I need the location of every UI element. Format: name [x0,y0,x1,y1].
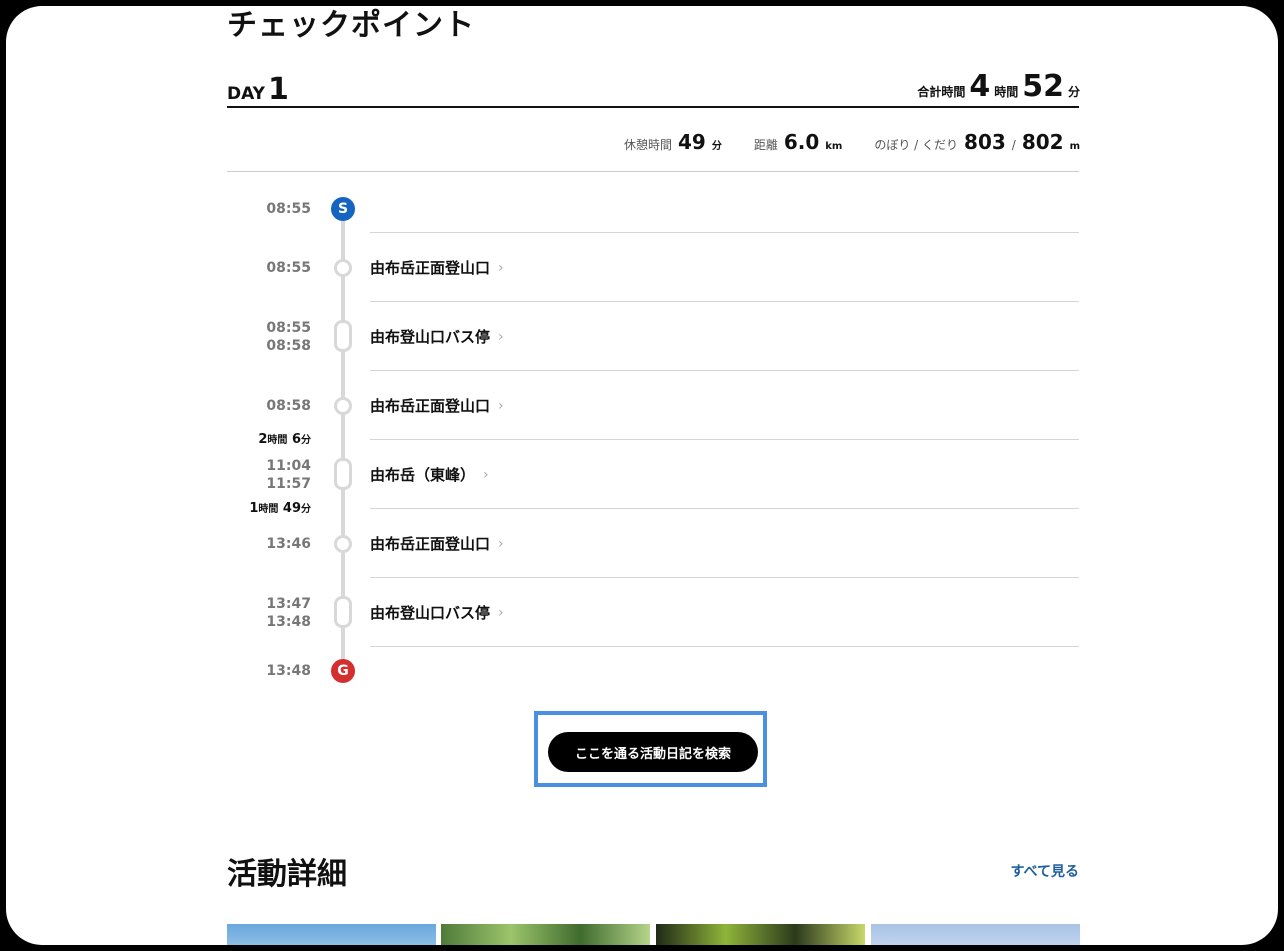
chevron-right-icon: › [498,535,504,552]
checkpoint-time: 08:58 [266,398,311,414]
checkpoint-link[interactable]: 由布岳正面登山口 › [370,395,504,416]
activity-photo-thumbnail[interactable] [656,924,865,945]
row-divider [370,370,1079,371]
departure-time: 08:58 [266,338,311,354]
arrival-time: 08:55 [266,320,311,336]
checkpoint-name: 由布登山口バス停 [370,328,491,346]
row-divider [370,301,1079,302]
checkpoint-stay-node-icon [334,320,352,352]
segment-duration: 1時間 49分 [249,500,311,516]
activity-photo-thumbnail[interactable] [227,924,436,945]
checkpoint-node-icon [334,259,352,277]
chevron-right-icon: › [498,328,504,345]
chevron-right-icon: › [483,466,489,483]
checkpoint-time: 13:46 [266,536,311,552]
row-divider [370,232,1079,233]
duration-minutes: 49 [282,501,301,516]
checkpoint-time-range: 08:55 08:58 [266,319,311,355]
search-activity-diaries-button[interactable]: ここを通る活動日記を検索 [548,732,758,772]
checkpoint-time-range: 13:47 13:48 [266,595,311,631]
row-divider [370,508,1079,509]
goal-time: 13:48 [266,663,311,679]
row-divider [370,646,1079,647]
checkpoint-name: 由布登山口バス停 [370,604,491,622]
checkpoint-name: 由布岳正面登山口 [370,535,491,553]
checkpoint-node-icon [334,397,352,415]
departure-time: 11:57 [266,476,311,492]
checkpoint-time: 08:55 [266,260,311,276]
duration-minutes-unit: 分 [301,435,311,446]
duration-minutes-unit: 分 [301,504,311,515]
goal-marker-icon: G [331,659,355,683]
start-marker-icon: S [331,197,355,221]
row-divider [370,577,1079,578]
checkpoint-link[interactable]: 由布登山口バス停 › [370,602,504,623]
checkpoint-name: 由布岳正面登山口 [370,259,491,277]
checkpoint-link[interactable]: 由布岳（東峰） › [370,464,489,485]
checkpoint-timeline: 08:55 S 08:55 由布岳正面登山口 › 08:55 08:58 由布登… [6,6,1278,945]
duration-hours-unit: 時間 [258,504,279,515]
duration-hours-unit: 時間 [267,435,288,446]
checkpoint-name: 由布岳正面登山口 [370,397,491,415]
see-all-link[interactable]: すべて見る [1011,861,1079,881]
checkpoint-link[interactable]: 由布岳正面登山口 › [370,257,504,278]
chevron-right-icon: › [498,259,504,276]
checkpoint-name: 由布岳（東峰） [370,466,476,484]
start-time: 08:55 [266,201,311,217]
row-divider [370,439,1079,440]
duration-minutes: 6 [291,432,301,447]
activity-detail-title: 活動詳細 [227,857,347,892]
segment-duration: 2時間 6分 [258,431,311,447]
checkpoint-stay-node-icon [334,458,352,490]
checkpoint-time-range: 11:04 11:57 [266,457,311,493]
page-frame: チェックポイント DAY 1 合計時間 4 時間 52 分 休憩時間 49 分 距… [6,6,1278,945]
arrival-time: 13:47 [266,596,311,612]
activity-photo-thumbnail[interactable] [441,924,650,945]
arrival-time: 11:04 [266,458,311,474]
checkpoint-link[interactable]: 由布登山口バス停 › [370,326,504,347]
checkpoint-link[interactable]: 由布岳正面登山口 › [370,533,504,554]
checkpoint-stay-node-icon [334,596,352,628]
activity-photo-thumbnail[interactable] [871,924,1080,945]
chevron-right-icon: › [498,604,504,621]
chevron-right-icon: › [498,397,504,414]
checkpoint-node-icon [334,535,352,553]
departure-time: 13:48 [266,614,311,630]
